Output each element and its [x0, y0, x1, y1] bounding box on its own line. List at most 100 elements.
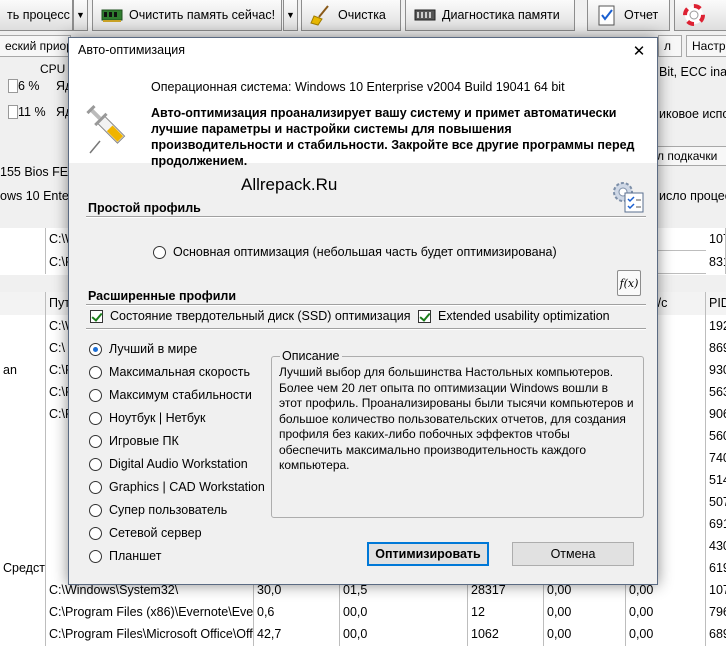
advanced-profiles-divider: [86, 304, 646, 306]
ram-module-icon: [414, 9, 436, 21]
table-cell: [0, 491, 46, 514]
table-row[interactable]: C:\Program Files (x86)\Evernote\Evernc 0,…: [0, 601, 726, 624]
row1-percent: 6 %: [18, 79, 40, 93]
profile-option[interactable]: Ноутбук | Нетбук: [89, 411, 206, 425]
help-button[interactable]: [674, 0, 726, 31]
swap-tab[interactable]: л подкачки: [652, 146, 726, 166]
table-cell: 560: [706, 425, 726, 448]
profile-option[interactable]: Graphics | CAD Workstation: [89, 480, 265, 494]
ecc-info: Bit, ECC inac: [659, 65, 726, 79]
cleanup-button[interactable]: Очистка: [301, 0, 401, 31]
brand-watermark: Allrepack.Ru: [241, 175, 338, 194]
advanced-profiles-title: Расширенные профили: [88, 289, 237, 303]
profile-option-radio[interactable]: [89, 411, 102, 425]
profile-option[interactable]: Сетевой сервер: [89, 526, 202, 540]
header-cell[interactable]: [0, 292, 46, 315]
row1-checkbox[interactable]: [8, 79, 18, 93]
basic-optimization-radio[interactable]: Основная оптимизация (небольшая часть бу…: [153, 245, 557, 259]
clear-memory-dropdown-arrow[interactable]: ▼: [283, 0, 298, 31]
memory-diagnostics-button[interactable]: Диагностика памяти: [405, 0, 575, 31]
cancel-button[interactable]: Отмена: [512, 542, 634, 566]
table-cell: Средств: [0, 557, 46, 580]
cpu-header: CPU: [40, 62, 66, 76]
upper-grid-cell: [0, 228, 46, 251]
row2-checkbox[interactable]: [8, 105, 18, 119]
fx-button[interactable]: f(x): [617, 270, 641, 296]
process-button[interactable]: ть процесс: [0, 0, 73, 31]
table-cell: [0, 535, 46, 558]
memory-diagnostics-label: Диагностика памяти: [442, 8, 560, 22]
simple-profile-divider: [86, 216, 646, 218]
profile-option[interactable]: Максимальная скорость: [89, 365, 250, 379]
ssd-checkbox-box[interactable]: [90, 309, 103, 323]
profile-option[interactable]: Игровые ПК: [89, 434, 179, 448]
table-cell: 00,0: [340, 601, 468, 624]
table-cell: 0,00: [544, 623, 626, 646]
profile-option-label: Лучший в мире: [109, 342, 198, 356]
profile-option[interactable]: Планшет: [89, 549, 161, 563]
settings-tab[interactable]: Настро: [686, 35, 726, 57]
table-cell: 0,6: [254, 601, 340, 624]
table-row[interactable]: C:\Program Files\Microsoft Office\Offi 42…: [0, 623, 726, 646]
report-icon: [598, 5, 615, 26]
profile-option-radio[interactable]: [89, 549, 102, 563]
basic-optimization-radio-circle[interactable]: [153, 245, 166, 259]
table-cell: [0, 623, 46, 646]
clear-memory-button[interactable]: Очистить память сейчас!: [92, 0, 282, 31]
table-cell: [0, 601, 46, 624]
optimize-button[interactable]: Оптимизировать: [367, 542, 489, 566]
dialog-titlebar[interactable]: Авто-оптимизация ✕: [69, 38, 657, 63]
optimize-label: Оптимизировать: [375, 547, 481, 561]
right-tab-1[interactable]: л: [658, 35, 682, 57]
profile-option-radio[interactable]: [89, 480, 102, 494]
table-cell: 430: [706, 535, 726, 558]
dialog-title: Авто-оптимизация: [78, 43, 186, 57]
profile-option-radio[interactable]: [89, 365, 102, 379]
table-cell: 906: [706, 403, 726, 426]
table-cell: 514: [706, 469, 726, 492]
profile-option-radio[interactable]: [89, 503, 102, 517]
ssd-optimization-checkbox[interactable]: Состояние твердотельный диск (SSD) оптим…: [90, 309, 411, 323]
extended-usability-checkbox[interactable]: Extended usability optimization: [418, 309, 610, 323]
profile-option[interactable]: Максимум стабильности: [89, 388, 252, 402]
profile-option-label: Максимальная скорость: [109, 365, 250, 379]
description-text: Лучший выбор для большинства Настольных …: [279, 365, 634, 472]
close-icon: ✕: [632, 42, 646, 60]
upper-grid-cell: [0, 251, 46, 274]
lifebuoy-icon: [683, 4, 705, 26]
profile-option[interactable]: Лучший в мире: [89, 342, 197, 356]
table-cell: 619: [706, 557, 726, 580]
report-label: Отчет: [624, 8, 659, 22]
profile-option-label: Планшет: [109, 549, 162, 563]
dialog-header-panel: Операционная система: Windows 10 Enterpr…: [69, 63, 657, 168]
profile-option-radio[interactable]: [89, 434, 102, 448]
table-cell: [0, 315, 46, 338]
profile-option[interactable]: Супер пользователь: [89, 503, 227, 517]
close-button[interactable]: ✕: [621, 38, 657, 63]
profile-option-radio[interactable]: [89, 388, 102, 402]
table-cell: [0, 579, 46, 602]
table-cell: 192: [706, 315, 726, 338]
table-cell: 796: [706, 601, 726, 624]
table-cell: 563: [706, 381, 726, 404]
left-tab[interactable]: еский приор: [0, 35, 71, 57]
process-dropdown-arrow[interactable]: ▼: [73, 0, 88, 31]
table-cell: 507: [706, 491, 726, 514]
profile-option[interactable]: Digital Audio Workstation: [89, 457, 248, 471]
profile-option-radio[interactable]: [89, 342, 102, 356]
profile-option-radio[interactable]: [89, 457, 102, 471]
extended-checkbox-box[interactable]: [418, 309, 431, 323]
row2-percent: 11 %: [18, 105, 46, 119]
table-cell: [0, 469, 46, 492]
report-button[interactable]: Отчет: [587, 0, 670, 31]
header-pid[interactable]: PID: [706, 292, 726, 315]
left-tab-label: еский приор: [5, 39, 71, 53]
profile-option-radio[interactable]: [89, 526, 102, 540]
table-cell: 1062: [468, 623, 544, 646]
table-cell: 00,0: [340, 623, 468, 646]
settings-tab-label: Настро: [692, 39, 726, 53]
table-cell: [0, 513, 46, 536]
cleanup-label: Очистка: [338, 8, 386, 22]
broom-icon: [310, 5, 329, 26]
syringe-icon: [86, 104, 126, 154]
